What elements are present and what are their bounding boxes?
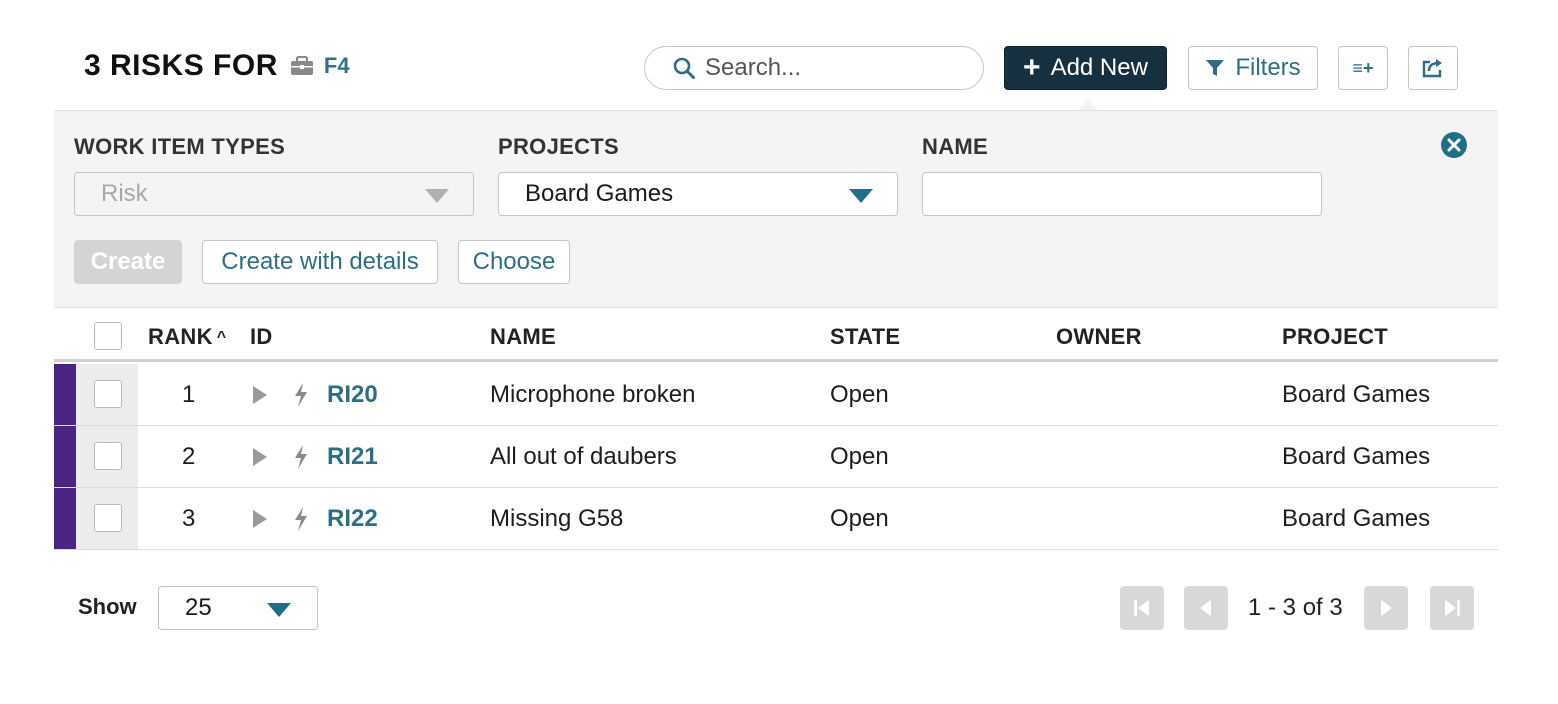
work-item-types-select: Risk [74, 172, 474, 216]
projects-label: PROJECTS [498, 134, 619, 159]
page-title: 3 RISKS FOR F4 [84, 46, 350, 86]
search-icon [673, 57, 695, 79]
column-header-id[interactable]: ID [250, 324, 273, 350]
next-page-button[interactable] [1364, 586, 1408, 630]
create-button[interactable]: Create [74, 240, 182, 284]
projects-select[interactable]: Board Games [498, 172, 898, 216]
table-row[interactable]: 2 RI21 All out of daubers Open Board Gam… [54, 426, 1498, 488]
work-item-types-label: WORK ITEM TYPES [74, 134, 286, 159]
row-name: Microphone broken [490, 381, 696, 408]
row-rank: 2 [182, 443, 196, 470]
filter-icon [1206, 60, 1225, 76]
search-input[interactable] [705, 54, 965, 82]
row-id-link[interactable]: RI22 [327, 505, 378, 533]
filters-button[interactable]: Filters [1188, 46, 1318, 90]
risk-bolt-icon [295, 445, 307, 469]
chevron-down-icon [425, 189, 449, 203]
column-header-name[interactable]: NAME [490, 324, 556, 350]
export-button[interactable] [1408, 46, 1458, 90]
column-header-rank[interactable]: RANK ^ [148, 324, 226, 350]
name-label: NAME [922, 134, 988, 159]
sort-ascending-icon: ^ [216, 329, 227, 346]
row-color-strip [54, 488, 76, 549]
filters-label: Filters [1235, 54, 1301, 81]
page-info: 1 - 3 of 3 [1248, 594, 1343, 621]
expand-arrow-icon[interactable] [253, 448, 267, 466]
row-project: Board Games [1282, 505, 1431, 532]
risk-bolt-icon [295, 383, 307, 407]
search-box[interactable] [644, 46, 984, 90]
risk-bolt-icon [295, 507, 307, 531]
row-color-strip [54, 364, 76, 425]
row-id-link[interactable]: RI20 [327, 381, 378, 409]
column-header-project[interactable]: PROJECT [1282, 324, 1388, 350]
row-name: All out of daubers [490, 443, 677, 470]
row-state: Open [830, 381, 889, 408]
project-link[interactable]: F4 [324, 53, 350, 79]
page-size-select[interactable]: 25 [158, 586, 318, 630]
add-new-label: Add New [1050, 54, 1148, 81]
row-rank: 3 [182, 505, 196, 532]
table-row[interactable]: 1 RI20 Microphone broken Open Board Game… [54, 364, 1498, 426]
table-row[interactable]: 3 RI22 Missing G58 Open Board Games [54, 488, 1498, 550]
first-page-button[interactable] [1120, 586, 1164, 630]
previous-page-icon [1200, 600, 1211, 616]
last-page-icon [1445, 600, 1460, 616]
row-project: Board Games [1282, 443, 1431, 470]
briefcase-icon [290, 56, 313, 75]
row-id-link[interactable]: RI21 [327, 443, 378, 471]
projects-value: Board Games [525, 180, 674, 207]
row-color-strip [54, 426, 76, 487]
chevron-down-icon [849, 189, 873, 203]
show-label: Show [78, 594, 137, 619]
work-item-types-value: Risk [101, 180, 148, 207]
columns-button[interactable]: ≡+ [1338, 46, 1388, 90]
share-icon [1422, 59, 1442, 78]
first-page-icon [1134, 600, 1149, 616]
select-all-checkbox[interactable] [94, 322, 122, 350]
expand-arrow-icon[interactable] [253, 386, 267, 404]
last-page-button[interactable] [1430, 586, 1474, 630]
row-state: Open [830, 443, 889, 470]
plus-icon: + [1023, 51, 1041, 84]
expand-arrow-icon[interactable] [253, 510, 267, 528]
choose-button[interactable]: Choose [458, 240, 570, 284]
row-checkbox[interactable] [94, 380, 122, 408]
column-header-state[interactable]: STATE [830, 324, 900, 350]
row-rank: 1 [182, 381, 196, 408]
next-page-icon [1381, 600, 1392, 616]
close-icon[interactable] [1440, 131, 1468, 159]
create-with-details-button[interactable]: Create with details [202, 240, 438, 284]
row-state: Open [830, 505, 889, 532]
add-new-button[interactable]: + Add New [1004, 46, 1167, 90]
table-header: RANK ^ ID NAME STATE OWNER PROJECT [54, 310, 1498, 362]
column-picker-icon: ≡+ [1352, 57, 1374, 78]
row-checkbox[interactable] [94, 442, 122, 470]
risk-count-title: 3 RISKS FOR [84, 49, 278, 82]
name-field[interactable] [922, 172, 1322, 216]
row-checkbox[interactable] [94, 504, 122, 532]
column-header-owner[interactable]: OWNER [1056, 324, 1142, 350]
previous-page-button[interactable] [1184, 586, 1228, 630]
chevron-down-icon [267, 603, 291, 617]
row-name: Missing G58 [490, 505, 624, 532]
page-size-value: 25 [185, 594, 212, 621]
row-project: Board Games [1282, 381, 1431, 408]
